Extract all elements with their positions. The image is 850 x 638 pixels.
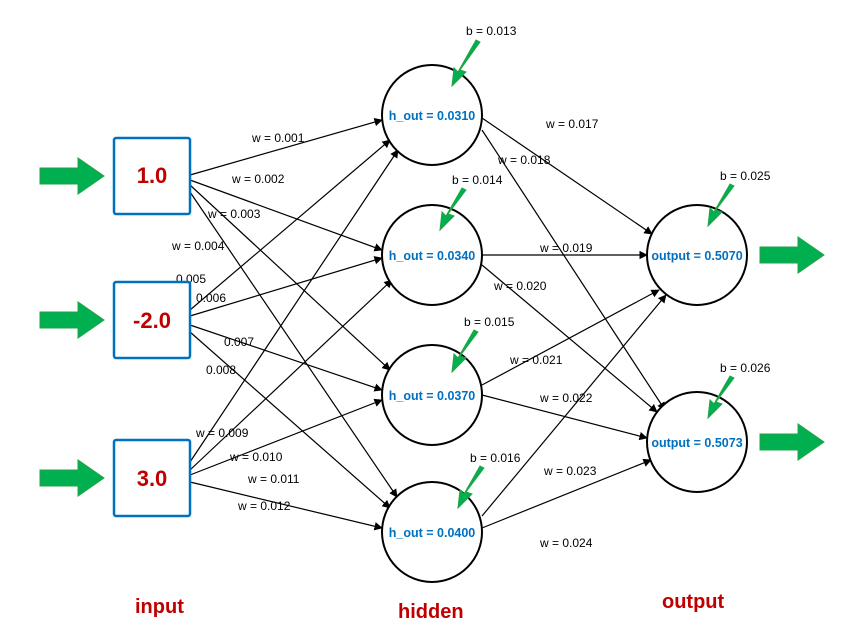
edge-i2-h2 <box>190 258 382 316</box>
bias-h3: b = 0.015 <box>464 315 515 329</box>
weight-i2-h3: 0.007 <box>224 335 254 349</box>
flow-arrow-icon <box>40 460 104 496</box>
weight-h4-o1: w = 0.023 <box>543 464 597 478</box>
weight-i1-h3: w = 0.003 <box>207 207 261 221</box>
bias-o2: b = 0.026 <box>720 361 771 375</box>
label-hidden: hidden <box>398 601 464 623</box>
bias-o1: b = 0.025 <box>720 169 771 183</box>
hidden-value-4: h_out = 0.0400 <box>389 526 476 540</box>
output-value-1: output = 0.5070 <box>651 249 742 263</box>
edge-i2-h1 <box>190 140 390 310</box>
flow-arrow-icon <box>760 424 824 460</box>
hidden-value-2: h_out = 0.0340 <box>389 249 476 263</box>
edge-i1-h4 <box>190 192 397 497</box>
weight-h1-o1: w = 0.017 <box>545 117 599 131</box>
weight-h3-o2: w = 0.022 <box>539 391 593 405</box>
input-value-1: 1.0 <box>137 163 168 188</box>
weight-h4-o2: w = 0.024 <box>539 536 593 550</box>
weight-i2-h2: 0.006 <box>196 291 226 305</box>
label-output: output <box>662 591 725 613</box>
weight-i1-h4: w = 0.004 <box>171 239 225 253</box>
weight-i3-h1: w = 0.009 <box>195 426 249 440</box>
weight-h2-o2: w = 0.020 <box>493 279 547 293</box>
weight-i1-h2: w = 0.002 <box>231 172 285 186</box>
weight-h3-o1: w = 0.021 <box>509 353 563 367</box>
weight-i3-h3: w = 0.011 <box>247 472 300 486</box>
weight-i3-h4: w = 0.012 <box>237 499 291 513</box>
bias-h2: b = 0.014 <box>452 173 503 187</box>
edge-h3-o1 <box>482 290 659 385</box>
weight-h2-o1: w = 0.019 <box>539 241 593 255</box>
output-value-2: output = 0.5073 <box>651 436 742 450</box>
edge-i1-h1 <box>190 120 382 175</box>
bias-h1: b = 0.013 <box>466 24 517 38</box>
bias-h4: b = 0.016 <box>470 451 521 465</box>
flow-arrow-icon <box>40 158 104 194</box>
label-input: input <box>135 596 184 618</box>
neural-network-diagram: w = 0.001 w = 0.002 w = 0.003 w = 0.004 … <box>0 0 850 638</box>
flow-arrow-icon <box>760 237 824 273</box>
weight-i2-h4: 0.008 <box>206 363 236 377</box>
edge-h1-o2 <box>482 130 665 410</box>
weight-h1-o2: w = 0.018 <box>497 153 551 167</box>
input-value-2: -2.0 <box>133 308 171 333</box>
edge-h1-o1 <box>482 118 652 234</box>
hidden-value-1: h_out = 0.0310 <box>389 109 476 123</box>
flow-arrow-icon <box>40 302 104 338</box>
weight-i1-h1: w = 0.001 <box>251 131 305 145</box>
weight-i3-h2: w = 0.010 <box>229 450 283 464</box>
hidden-value-3: h_out = 0.0370 <box>389 389 476 403</box>
input-value-3: 3.0 <box>137 466 168 491</box>
